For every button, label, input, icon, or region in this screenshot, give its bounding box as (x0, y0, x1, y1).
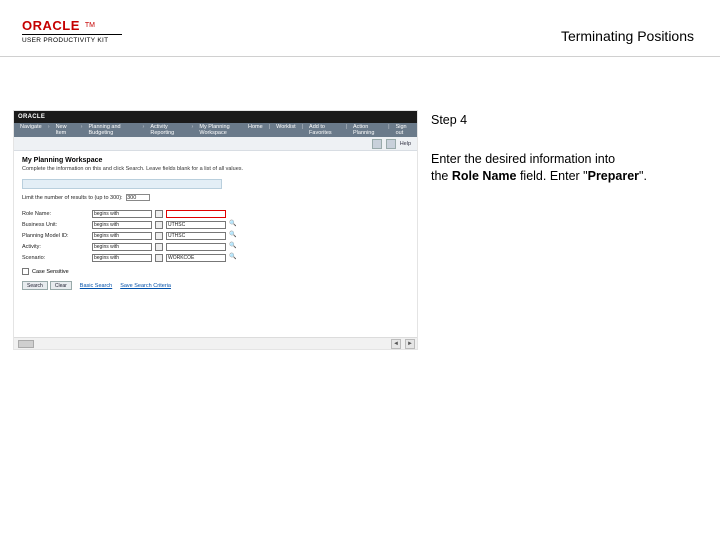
lookup-icon[interactable]: 🔍 (229, 254, 236, 261)
nav-link[interactable]: Action Planning (353, 124, 382, 136)
operator-select[interactable]: begins with (92, 243, 152, 251)
operator-select[interactable]: begins with (92, 232, 152, 240)
case-sensitive-row: Case Sensitive (14, 266, 417, 277)
case-sensitive-label: Case Sensitive (32, 269, 69, 275)
lookup-icon[interactable]: 🔍 (229, 232, 236, 239)
app-logo: ORACLE (18, 114, 45, 120)
nav-link[interactable]: Add to Favorites (309, 124, 340, 136)
operator-select[interactable]: begins with (92, 221, 152, 229)
nav-link[interactable]: Home (248, 124, 263, 136)
scroll-thumb[interactable] (18, 340, 34, 348)
lookup-icon[interactable]: 🔍 (229, 221, 236, 228)
oracle-logo: ORACLE (22, 18, 80, 33)
lookup-icon[interactable]: 🔍 (229, 243, 236, 250)
scenario-input[interactable]: WORKCOE (166, 254, 226, 262)
dropdown-icon[interactable] (155, 221, 163, 229)
search-button[interactable]: Search (22, 281, 48, 290)
horizontal-scrollbar[interactable]: ◄ ► (14, 337, 417, 349)
case-sensitive-checkbox[interactable] (22, 268, 29, 275)
scroll-right-icon[interactable]: ► (405, 339, 415, 349)
header-divider (0, 56, 720, 57)
form-row-role-name: Role Name: begins with (22, 208, 409, 219)
breadcrumb-item[interactable]: Planning and Budgeting (89, 124, 137, 136)
basic-search-link[interactable]: Basic Search (80, 283, 112, 289)
field-label: Planning Model ID: (22, 233, 92, 239)
app-top-bar: ORACLE (14, 111, 417, 123)
product-line: USER PRODUCTIVITY KIT (22, 34, 122, 44)
limit-results-input[interactable]: 300 (126, 194, 150, 201)
breadcrumb-item[interactable]: New Item (56, 124, 75, 136)
form-row-scenario: Scenario: begins with WORKCOE 🔍 (22, 252, 409, 263)
nav-link[interactable]: Worklist (276, 124, 295, 136)
form-row-model-id: Planning Model ID: begins with UTHSC 🔍 (22, 230, 409, 241)
role-name-input[interactable] (166, 210, 226, 218)
breadcrumb-item[interactable]: My Planning Workspace (199, 124, 248, 136)
save-search-link[interactable]: Save Search Criteria (120, 283, 171, 289)
instruction-panel: Step 4 Enter the desired information int… (431, 112, 696, 185)
form-row-activity: Activity: begins with 🔍 (22, 241, 409, 252)
app-menu-bar: Navigate› New Item› Planning and Budgeti… (14, 123, 417, 137)
operator-select[interactable]: begins with (92, 254, 152, 262)
brand-header: ORACLE TM (22, 18, 95, 33)
help-link[interactable]: Help (400, 141, 411, 147)
button-row: Search Clear Basic Search Save Search Cr… (14, 277, 417, 294)
step-label: Step 4 (431, 112, 696, 129)
dropdown-icon[interactable] (155, 254, 163, 262)
http-icon[interactable] (386, 139, 396, 149)
dropdown-icon[interactable] (155, 232, 163, 240)
clear-button[interactable]: Clear (50, 281, 72, 290)
app-toolbar: Help (14, 137, 417, 151)
operator-select[interactable]: begins with (92, 210, 152, 218)
instruction-text: Enter the desired information into the R… (431, 151, 696, 185)
business-unit-input[interactable]: UTHSC (166, 221, 226, 229)
form-row-business-unit: Business Unit: begins with UTHSC 🔍 (22, 219, 409, 230)
field-label: Business Unit: (22, 222, 92, 228)
trademark: TM (85, 22, 95, 29)
field-label: Role Name: (22, 211, 92, 217)
workspace-title: My Planning Workspace (14, 151, 417, 166)
page-title: Terminating Positions (561, 28, 694, 44)
search-form: Role Name: begins with Business Unit: be… (14, 205, 417, 266)
new-window-icon[interactable] (372, 139, 382, 149)
field-label: Scenario: (22, 255, 92, 261)
nav-link[interactable]: Sign out (396, 124, 411, 136)
breadcrumb-item[interactable]: Navigate (20, 124, 42, 136)
limit-results-row: Limit the number of results to (up to 30… (14, 192, 417, 205)
find-existing-value-tab[interactable] (22, 179, 222, 189)
app-screenshot: ORACLE Navigate› New Item› Planning and … (13, 110, 418, 350)
model-id-input[interactable]: UTHSC (166, 232, 226, 240)
scroll-left-icon[interactable]: ◄ (391, 339, 401, 349)
workspace-subtitle: Complete the information on this and cli… (14, 166, 417, 176)
breadcrumb-item[interactable]: Activity Reporting (150, 124, 185, 136)
dropdown-icon[interactable] (155, 210, 163, 218)
activity-input[interactable] (166, 243, 226, 251)
dropdown-icon[interactable] (155, 243, 163, 251)
field-label: Activity: (22, 244, 92, 250)
